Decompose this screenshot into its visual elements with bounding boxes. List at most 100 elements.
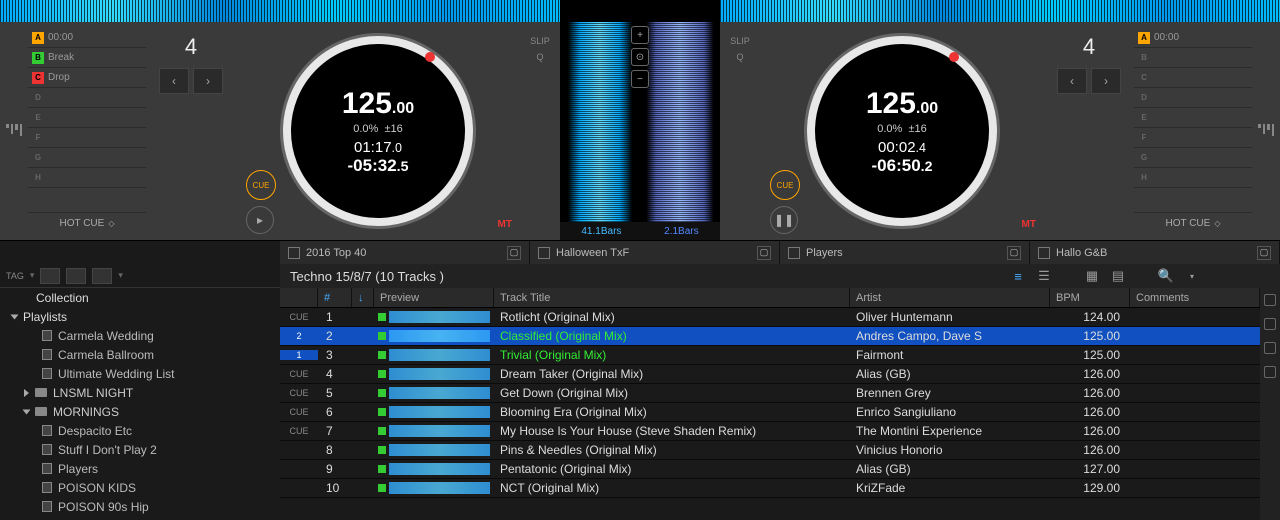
- track-row[interactable]: 9Pentatonic (Original Mix)Alias (GB)127.…: [280, 460, 1260, 479]
- hotcue-slot[interactable]: F: [28, 128, 146, 148]
- sidebar-playlist[interactable]: Ultimate Wedding List: [0, 364, 280, 383]
- panel-icon-4[interactable]: [1264, 366, 1276, 378]
- cue-cell[interactable]: CUE: [280, 426, 318, 436]
- track-row[interactable]: 22Classified (Original Mix)Andres Campo,…: [280, 327, 1260, 346]
- panel-icon-3[interactable]: [1264, 342, 1276, 354]
- search-icon[interactable]: 🔍: [1158, 269, 1174, 283]
- col-comments[interactable]: Comments: [1130, 288, 1260, 307]
- view-tool-3[interactable]: [92, 268, 112, 284]
- hotcue-slot[interactable]: A00:00: [1134, 28, 1252, 48]
- beat-next-button[interactable]: ›: [193, 68, 223, 94]
- master-tempo-label[interactable]: MT: [1022, 219, 1036, 230]
- sidebar-playlist[interactable]: Stuff I Don't Play 2: [0, 440, 280, 459]
- preview-cell[interactable]: [374, 444, 494, 456]
- tab-menu-icon[interactable]: ▢: [507, 246, 521, 260]
- slip-label[interactable]: SLIP: [730, 36, 750, 46]
- zoom-reset-icon[interactable]: ⊙: [631, 48, 649, 66]
- center-waveforms[interactable]: + ⊙ − 41.1Bars 2.1Bars: [560, 22, 720, 240]
- waveform-deck-a[interactable]: [560, 22, 640, 222]
- overview-waveform[interactable]: [0, 0, 1280, 22]
- hotcue-slot[interactable]: BBreak: [28, 48, 146, 68]
- playlist-tab[interactable]: Players▢: [780, 241, 1030, 264]
- hotcue-slot[interactable]: G: [28, 148, 146, 168]
- deck-a-overview[interactable]: [0, 0, 560, 22]
- preview-cell[interactable]: [374, 387, 494, 399]
- col-artist[interactable]: Artist: [850, 288, 1050, 307]
- track-row[interactable]: CUE1Rotlicht (Original Mix)Oliver Huntem…: [280, 308, 1260, 327]
- col-title[interactable]: Track Title: [494, 288, 850, 307]
- sort-arrow-icon[interactable]: ↓: [352, 288, 374, 307]
- track-row[interactable]: CUE7My House Is Your House (Steve Shaden…: [280, 422, 1260, 441]
- sidebar-playlist[interactable]: Despacito Etc: [0, 421, 280, 440]
- sidebar-playlist[interactable]: Players: [0, 459, 280, 478]
- cue-cell[interactable]: CUE: [280, 312, 318, 322]
- col-preview[interactable]: Preview: [374, 288, 494, 307]
- chevron-down-icon[interactable]: ▾: [118, 270, 123, 281]
- tab-menu-icon[interactable]: ▢: [757, 246, 771, 260]
- track-row[interactable]: 10NCT (Original Mix)KriZFade129.00: [280, 479, 1260, 498]
- grip-icon[interactable]: [6, 124, 22, 138]
- grip-icon[interactable]: [1258, 124, 1274, 138]
- track-row[interactable]: CUE4Dream Taker (Original Mix)Alias (GB)…: [280, 365, 1260, 384]
- track-row[interactable]: 13Trivial (Original Mix)Fairmont125.00: [280, 346, 1260, 365]
- sidebar-playlist[interactable]: Carmela Ballroom: [0, 345, 280, 364]
- hotcue-slot[interactable]: E: [28, 108, 146, 128]
- quantize-label[interactable]: Q: [536, 52, 543, 62]
- hotcue-slot[interactable]: E: [1134, 108, 1252, 128]
- hotcue-slot[interactable]: F: [1134, 128, 1252, 148]
- hotcue-slot[interactable]: G: [1134, 148, 1252, 168]
- chevron-down-icon[interactable]: ▾: [1184, 269, 1200, 283]
- cue-cell[interactable]: CUE: [280, 388, 318, 398]
- sidebar-playlist[interactable]: POISON 90s Hip: [0, 497, 280, 516]
- cue-cell[interactable]: 1: [280, 350, 318, 360]
- hotcue-slot[interactable]: H: [28, 168, 146, 188]
- cue-cell[interactable]: CUE: [280, 407, 318, 417]
- tag-label[interactable]: TAG: [6, 271, 24, 281]
- tab-menu-icon[interactable]: ▢: [1007, 246, 1021, 260]
- play-button[interactable]: ▸: [246, 206, 274, 234]
- chevron-down-icon[interactable]: ▾: [30, 270, 35, 281]
- sidebar-playlist[interactable]: POISON KIDS: [0, 478, 280, 497]
- cue-cell[interactable]: CUE: [280, 369, 318, 379]
- sidebar-playlists[interactable]: Playlists: [0, 307, 280, 326]
- col-number[interactable]: #: [318, 288, 352, 307]
- sidebar-collection[interactable]: Collection: [0, 288, 280, 307]
- preview-cell[interactable]: [374, 463, 494, 475]
- cue-button[interactable]: CUE: [246, 170, 276, 200]
- preview-cell[interactable]: [374, 406, 494, 418]
- beat-prev-button[interactable]: ‹: [1057, 68, 1087, 94]
- view-detail-icon[interactable]: ☰: [1036, 269, 1052, 283]
- column-headers[interactable]: # ↓ Preview Track Title Artist BPM Comme…: [280, 288, 1260, 308]
- sidebar-playlist[interactable]: Carmela Wedding: [0, 326, 280, 345]
- playlist-tab[interactable]: 2016 Top 40▢: [280, 241, 530, 264]
- cue-button[interactable]: CUE: [770, 170, 800, 200]
- track-row[interactable]: CUE6Blooming Era (Original Mix)Enrico Sa…: [280, 403, 1260, 422]
- hotcue-slot[interactable]: B: [1134, 48, 1252, 68]
- quantize-label[interactable]: Q: [736, 52, 743, 62]
- hotcue-slot[interactable]: C: [1134, 68, 1252, 88]
- hotcue-slot[interactable]: A00:00: [28, 28, 146, 48]
- hotcue-mode[interactable]: HOT CUE◇: [1134, 212, 1252, 234]
- view-tool-2[interactable]: [66, 268, 86, 284]
- preview-cell[interactable]: [374, 482, 494, 494]
- pause-button[interactable]: ❚❚: [770, 206, 798, 234]
- jog-wheel-b[interactable]: 125.00 0.0% ±16 00:02.4 -06:50.2: [807, 36, 997, 226]
- hotcue-slot[interactable]: H: [1134, 168, 1252, 188]
- preview-cell[interactable]: [374, 368, 494, 380]
- panel-icon-2[interactable]: [1264, 318, 1276, 330]
- waveform-deck-b[interactable]: [640, 22, 720, 222]
- cue-cell[interactable]: 2: [280, 331, 318, 341]
- preview-cell[interactable]: [374, 330, 494, 342]
- hotcue-slot[interactable]: D: [28, 88, 146, 108]
- hotcue-slot[interactable]: CDrop: [28, 68, 146, 88]
- panel-icon-1[interactable]: [1264, 294, 1276, 306]
- beat-next-button[interactable]: ›: [1091, 68, 1121, 94]
- view-grid-icon[interactable]: ▦: [1084, 269, 1100, 283]
- jog-wheel-a[interactable]: 125.00 0.0% ±16 01:17.0 -05:32.5: [283, 36, 473, 226]
- playlist-tab[interactable]: Halloween TxF▢: [530, 241, 780, 264]
- slip-label[interactable]: SLIP: [530, 36, 550, 46]
- track-row[interactable]: CUE5Get Down (Original Mix)Brennen Grey1…: [280, 384, 1260, 403]
- preview-cell[interactable]: [374, 349, 494, 361]
- master-tempo-label[interactable]: MT: [498, 219, 512, 230]
- zoom-in-icon[interactable]: +: [631, 26, 649, 44]
